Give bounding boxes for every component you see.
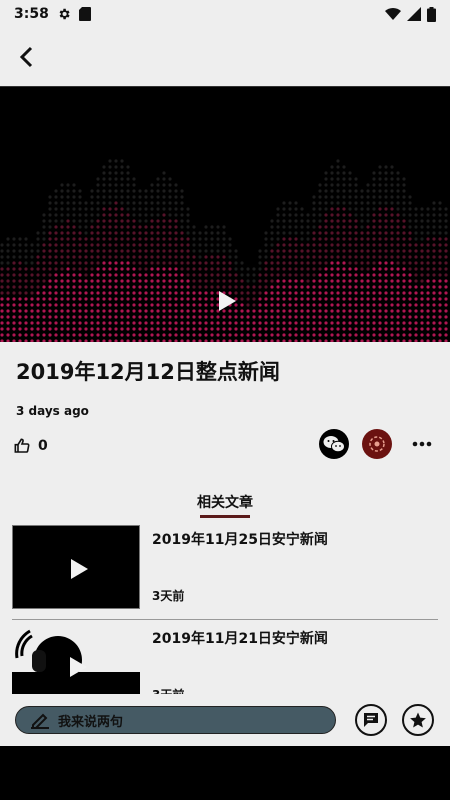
system-navigation-area [0, 746, 450, 800]
battery-icon [427, 6, 436, 22]
wifi-icon [385, 7, 401, 21]
sd-card-icon [78, 7, 91, 21]
related-section-title: 相关文章 [197, 495, 253, 511]
share-wechat-button[interactable] [319, 429, 349, 459]
play-icon [70, 657, 87, 677]
like-button[interactable]: 0 [14, 432, 48, 460]
back-arrow-icon [19, 46, 33, 68]
related-article-time: 3天前 [152, 589, 185, 603]
comment-placeholder: 我来说两句 [58, 714, 124, 730]
comments-button[interactable] [355, 704, 387, 736]
more-button[interactable] [408, 432, 436, 456]
related-article-time: 3天前 [152, 686, 184, 694]
section-underline [200, 515, 250, 518]
star-icon [410, 712, 426, 728]
video-player[interactable] [0, 86, 450, 342]
article-thumbnail [12, 525, 140, 609]
weibo-icon [369, 436, 385, 452]
bottom-bar: 我来说两句 [0, 694, 450, 746]
wechat-icon [323, 436, 345, 453]
app-bar [0, 28, 450, 86]
play-icon [71, 559, 88, 579]
comments-icon [364, 713, 378, 727]
favorite-button[interactable] [402, 704, 434, 736]
thumb-up-icon [14, 438, 30, 453]
article-title: 2019年12月12日整点新闻 [16, 360, 280, 384]
screen: 3:58 2019年12月12日整点新闻 3 days ago 0 相关文章 2… [0, 0, 450, 800]
related-article-item[interactable]: 2019年11月25日安宁新闻 3天前 [12, 525, 438, 609]
like-count: 0 [38, 438, 48, 454]
related-article-title: 2019年11月21日安宁新闻 [152, 631, 328, 647]
signal-icon [407, 7, 421, 21]
more-icon [412, 441, 432, 447]
status-time: 3:58 [14, 6, 49, 22]
play-icon[interactable] [214, 289, 238, 313]
related-article-item[interactable]: 2019年11月21日安宁新闻 3天前 [12, 624, 438, 694]
status-bar: 3:58 [0, 0, 450, 28]
related-article-title: 2019年11月25日安宁新闻 [152, 532, 328, 548]
edit-icon [31, 713, 49, 729]
back-button[interactable] [10, 41, 42, 73]
article-thumbnail [12, 624, 140, 694]
gear-icon [59, 8, 70, 20]
article-date: 3 days ago [16, 404, 89, 418]
comment-input[interactable]: 我来说两句 [15, 706, 336, 734]
share-weibo-button[interactable] [362, 429, 392, 459]
divider [12, 619, 438, 620]
